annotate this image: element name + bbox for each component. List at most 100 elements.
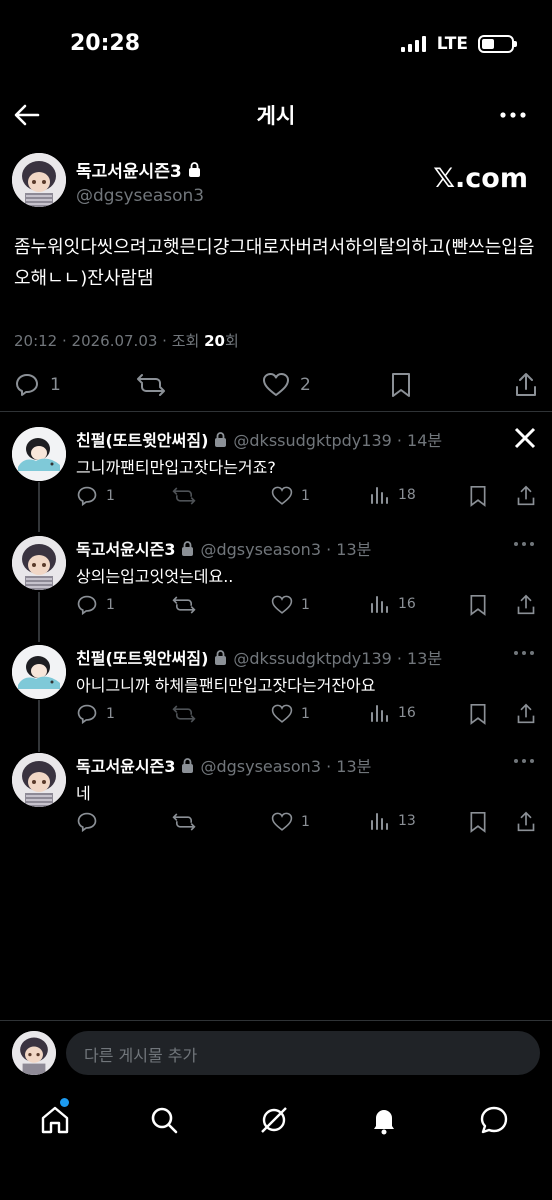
reply-repost-button[interactable] <box>172 594 196 616</box>
reply-reply-button[interactable]: 1 <box>76 594 115 616</box>
thread-line <box>38 700 40 752</box>
reply-reply-count: 1 <box>106 597 115 613</box>
post-text: 좀누워잇다씻으려고햇믄디걍그대로자버려서하의탈의하고(빤쓰는입음오해ㄴㄴ)잔사람… <box>14 237 535 289</box>
reply-like-button[interactable]: 1 <box>271 485 310 507</box>
bottom-tab-bar <box>0 1090 552 1150</box>
reply-share-button[interactable] <box>516 703 536 725</box>
reply-views-button[interactable]: 16 <box>370 703 416 723</box>
home-icon[interactable] <box>39 1104 71 1136</box>
share-icon <box>517 594 535 615</box>
section-divider <box>0 411 552 412</box>
reply-like-count: 1 <box>301 488 310 504</box>
views-icon <box>371 487 388 504</box>
share-icon <box>517 811 535 832</box>
status-bar: 20:28 LTE <box>0 0 552 90</box>
reply-repost-button[interactable] <box>172 485 196 507</box>
author-avatar[interactable] <box>12 153 66 207</box>
reply-share-button[interactable] <box>516 811 536 833</box>
repost-icon <box>172 487 196 505</box>
share-icon <box>516 373 536 396</box>
reply-like-button[interactable]: 1 <box>271 594 310 616</box>
thread-line <box>38 592 40 642</box>
x-logo-icon <box>514 427 536 449</box>
views-icon <box>371 813 388 830</box>
lock-icon <box>215 649 227 665</box>
reply-icon <box>77 595 97 616</box>
compose-input[interactable]: 다른 게시물 추가 <box>66 1031 540 1075</box>
reply-like-button[interactable]: 1 <box>271 703 310 725</box>
reply-share-button[interactable] <box>516 594 536 616</box>
more-options-icon[interactable] <box>498 100 528 130</box>
reply-text: 상의는입고잇엇는데요.. <box>76 567 234 586</box>
bookmark-icon <box>470 812 486 833</box>
reply-text: 네 <box>76 784 91 803</box>
reply-bookmark-button[interactable] <box>468 811 488 833</box>
reply-view-count: 16 <box>398 596 416 612</box>
heart-icon <box>271 486 293 505</box>
heart-icon <box>263 373 289 396</box>
reply-author-name[interactable]: 친펄(또트윗안써짐) <box>76 427 208 451</box>
reply-button[interactable]: 1 <box>14 372 61 398</box>
reply-reply-button[interactable] <box>76 811 106 833</box>
repost-icon <box>172 705 196 723</box>
reply-avatar[interactable] <box>12 536 66 590</box>
reply-repost-button[interactable] <box>172 811 196 833</box>
reply-reply-button[interactable]: 1 <box>76 485 115 507</box>
bookmark-icon <box>470 595 486 616</box>
author-name[interactable]: 독고서윤시즌3 <box>76 157 182 182</box>
reply-view-count: 16 <box>398 705 416 721</box>
more-options-icon[interactable] <box>512 755 536 767</box>
reply-handle-time[interactable]: @dgsyseason3 · 13분 <box>200 753 371 777</box>
reply-like-count: 1 <box>301 597 310 613</box>
author-handle[interactable]: @dgsyseason3 <box>76 186 204 206</box>
share-button[interactable] <box>514 372 538 398</box>
reply-avatar[interactable] <box>12 753 66 807</box>
grok-icon[interactable] <box>258 1104 290 1136</box>
bookmark-button[interactable] <box>389 372 413 398</box>
my-avatar[interactable] <box>12 1031 56 1075</box>
reply-handle-time[interactable]: @dkssudgktpdy139 · 14분 <box>233 427 442 451</box>
reply-views-button[interactable]: 18 <box>370 485 416 505</box>
bookmark-icon <box>470 704 486 725</box>
reply-handle-time[interactable]: @dkssudgktpdy139 · 13분 <box>233 645 442 669</box>
more-options-icon[interactable] <box>512 647 536 659</box>
reply-icon <box>77 486 97 507</box>
views-icon <box>371 596 388 613</box>
reply-view-count: 13 <box>398 813 416 829</box>
reply-author-name[interactable]: 독고서윤시즌3 <box>76 753 175 777</box>
battery-icon <box>478 35 517 53</box>
reply-count: 1 <box>50 375 61 395</box>
bookmark-icon <box>470 486 486 507</box>
reply-like-count: 1 <box>301 814 310 830</box>
repost-icon <box>172 596 196 614</box>
post-timestamp: 20:12 · 2026.07.03 · 조회 <box>14 332 205 350</box>
reply-views-button[interactable]: 16 <box>370 594 416 614</box>
repost-button[interactable] <box>136 372 166 398</box>
reply-repost-button[interactable] <box>172 703 196 725</box>
reply-handle-time[interactable]: @dgsyseason3 · 13분 <box>200 536 371 560</box>
reply-views-button[interactable]: 13 <box>370 811 416 831</box>
reply-like-button[interactable]: 1 <box>271 811 310 833</box>
heart-icon <box>271 812 293 831</box>
heart-icon <box>271 595 293 614</box>
compose-placeholder: 다른 게시물 추가 <box>84 1046 198 1065</box>
reply-author-name[interactable]: 독고서윤시즌3 <box>76 536 175 560</box>
search-icon[interactable] <box>148 1104 180 1136</box>
reply-author-name[interactable]: 친펄(또트윗안써짐) <box>76 645 208 669</box>
reply-avatar[interactable] <box>12 427 66 481</box>
reply-reply-button[interactable]: 1 <box>76 703 115 725</box>
reply-avatar[interactable] <box>12 645 66 699</box>
repost-icon <box>137 374 165 396</box>
thread-line <box>38 482 40 532</box>
like-button[interactable]: 2 <box>262 372 311 398</box>
post-view-suffix: 회 <box>224 332 239 350</box>
reply-share-button[interactable] <box>516 485 536 507</box>
share-icon <box>517 485 535 506</box>
messages-icon[interactable] <box>478 1104 510 1136</box>
reply-bookmark-button[interactable] <box>468 485 488 507</box>
notifications-icon[interactable] <box>368 1104 400 1136</box>
reply-bookmark-button[interactable] <box>468 703 488 725</box>
more-options-icon[interactable] <box>512 538 536 550</box>
reply-bookmark-button[interactable] <box>468 594 488 616</box>
network-label: LTE <box>436 34 468 54</box>
